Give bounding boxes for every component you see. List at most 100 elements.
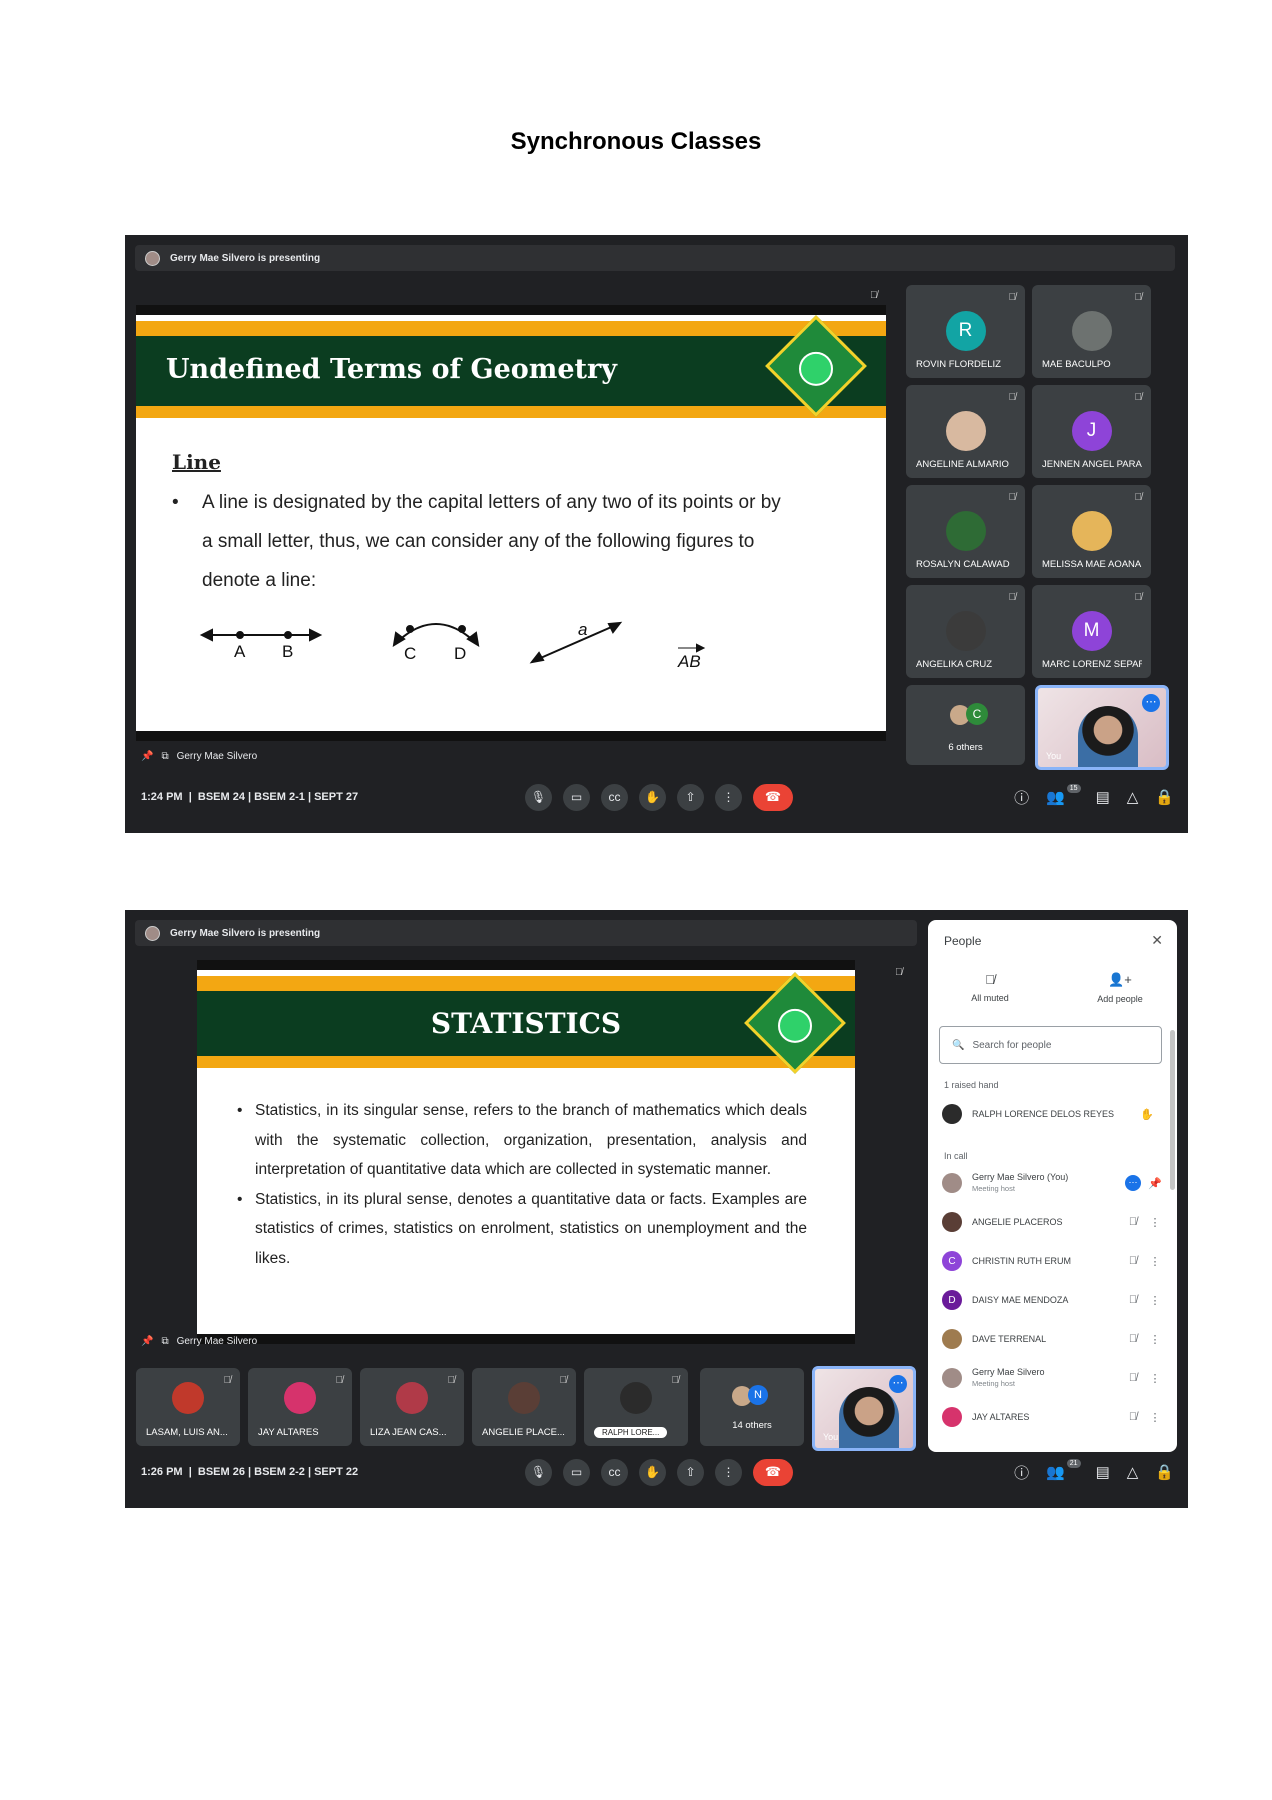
add-people-button[interactable]: 👤+ Add people xyxy=(1080,972,1160,1004)
present-button[interactable]: ⇧ xyxy=(677,783,704,811)
participant-role: Meeting host xyxy=(972,1184,1015,1193)
presentation-slide: STATISTICS Statistics, in its singular s… xyxy=(197,960,855,1344)
more-options-icon[interactable]: ⋮ xyxy=(1148,1372,1162,1385)
slide-title-band: Undefined Terms of Geometry xyxy=(136,315,886,418)
raise-hand-button[interactable]: ✋ xyxy=(639,783,666,811)
participant-tile[interactable]: 🎙̸ RALPH LORE... xyxy=(584,1368,688,1446)
chat-icon[interactable]: ▤ xyxy=(1096,788,1110,806)
all-muted-button[interactable]: 🎙̸ All muted xyxy=(950,972,1030,1004)
more-options-icon[interactable]: ⋯ xyxy=(1142,694,1160,712)
leave-call-button[interactable]: ☎ xyxy=(753,783,793,811)
participant-name: ROVIN FLORDELIZ xyxy=(916,359,1001,370)
pin-icon[interactable]: 📌 xyxy=(1148,1177,1162,1190)
leave-call-button[interactable]: ☎ xyxy=(753,1458,793,1486)
host-controls-icon[interactable]: 🔒 xyxy=(1155,788,1174,806)
participant-tile[interactable]: 🎙̸ JAY ALTARES xyxy=(248,1368,352,1446)
participant-row[interactable]: Gerry Mae Silvero (You) Meeting host ⋯ 📌 xyxy=(942,1166,1162,1200)
participant-row[interactable]: DAVE TERRENAL 🎙̸ ⋮ xyxy=(942,1322,1162,1356)
participant-name: CHRISTIN RUTH ERUM xyxy=(972,1255,1071,1266)
info-icon[interactable]: ⓘ xyxy=(1014,1462,1029,1483)
slide-title: Undefined Terms of Geometry xyxy=(166,354,617,385)
info-icon[interactable]: ⓘ xyxy=(1014,787,1029,808)
more-options-button[interactable]: ⋮ xyxy=(715,1458,742,1486)
captions-button[interactable]: cc xyxy=(601,783,628,811)
self-video-tile[interactable]: You ⋯ xyxy=(812,1366,916,1451)
mic-off-icon: 🎙̸ xyxy=(447,1375,456,1386)
figure-label-d: D xyxy=(454,644,466,663)
participant-row[interactable]: ANGELIE PLACEROS 🎙̸ ⋮ xyxy=(942,1205,1162,1239)
slide-heading: Line xyxy=(172,450,221,474)
participant-tile[interactable]: 🎙̸ ANGELIKA CRUZ xyxy=(906,585,1025,678)
more-options-icon[interactable]: ⋮ xyxy=(1148,1294,1162,1307)
participant-tile[interactable]: 🎙̸ LIZA JEAN CAS... xyxy=(360,1368,464,1446)
activities-icon[interactable]: △ xyxy=(1127,788,1139,806)
participant-name: JENNEN ANGEL PARA... xyxy=(1042,459,1142,470)
camera-button[interactable]: ▭ xyxy=(563,1458,590,1486)
meeting-info: 1:26 PM | BSEM 26 | BSEM 2-2 | SEPT 22 xyxy=(141,1466,359,1478)
activities-icon[interactable]: △ xyxy=(1127,1463,1139,1481)
participant-tile[interactable]: 🎙̸ M MARC LORENZ SEPARA xyxy=(1032,585,1151,678)
present-button[interactable]: ⇧ xyxy=(677,1458,704,1486)
raise-hand-button[interactable]: ✋ xyxy=(639,1458,666,1486)
participant-name-block: DAISY MAE MENDOZA xyxy=(972,1295,1118,1306)
mic-off-icon: 🎙̸ xyxy=(223,1375,232,1386)
participant-row[interactable]: JAY ALTARES 🎙̸ ⋮ xyxy=(942,1400,1162,1434)
chat-icon[interactable]: ▤ xyxy=(1096,1463,1110,1481)
participant-tile[interactable]: 🎙̸ ROSALYN CALAWAD xyxy=(906,485,1025,578)
self-video-tile[interactable]: You ⋯ xyxy=(1035,685,1169,770)
scrollbar[interactable] xyxy=(1170,1030,1175,1190)
people-icon[interactable]: 👥21 xyxy=(1046,1459,1081,1481)
participant-tile[interactable]: 🎙̸ J JENNEN ANGEL PARA... xyxy=(1032,385,1151,478)
participant-tile[interactable]: 🎙̸ LASAM, LUIS AN... xyxy=(136,1368,240,1446)
people-count-badge: 15 xyxy=(1066,784,1081,793)
participant-row[interactable]: C CHRISTIN RUTH ERUM 🎙̸ ⋮ xyxy=(942,1244,1162,1278)
participant-name: MELISSA MAE AOANAN xyxy=(1042,559,1142,570)
host-controls-icon[interactable]: 🔒 xyxy=(1155,1463,1174,1481)
mic-off-icon: 🎙̸ xyxy=(1128,1216,1138,1228)
people-icon[interactable]: 👥15 xyxy=(1046,784,1081,806)
mic-off-icon: 🎙̸ xyxy=(1128,1294,1138,1306)
participant-name: MARC LORENZ SEPARA xyxy=(1042,659,1142,670)
mic-off-icon: 🎙̸ xyxy=(1134,392,1143,403)
figure-label-a: A xyxy=(234,642,246,661)
avatar: M xyxy=(1071,611,1112,651)
others-label: 6 others xyxy=(948,742,983,753)
participant-tile[interactable]: 🎙̸ MAE BACULPO xyxy=(1032,285,1151,378)
avatar xyxy=(172,1382,204,1414)
side-controls: ⓘ 👥15 ▤ △ 🔒 xyxy=(1014,784,1174,808)
camera-button[interactable]: ▭ xyxy=(563,783,590,811)
participant-tile[interactable]: 🎙̸ ANGELIE PLACE... xyxy=(472,1368,576,1446)
raised-hand-row[interactable]: RALPH LORENCE DELOS REYES ✋ xyxy=(942,1097,1162,1131)
side-controls: ⓘ 👥21 ▤ △ 🔒 xyxy=(1014,1459,1174,1483)
presentation-slide: Undefined Terms of Geometry Line A line … xyxy=(136,305,886,741)
avatar: N xyxy=(748,1385,768,1405)
meeting-title: BSEM 24 | BSEM 2-1 | SEPT 27 xyxy=(197,791,359,803)
participant-row[interactable]: D DAISY MAE MENDOZA 🎙̸ ⋮ xyxy=(942,1283,1162,1317)
participant-row[interactable]: Gerry Mae Silvero Meeting host 🎙̸ ⋮ xyxy=(942,1361,1162,1395)
more-options-icon[interactable]: ⋯ xyxy=(1118,1175,1148,1191)
clock-time: 1:24 PM xyxy=(141,791,183,803)
pin-icon[interactable]: 📌 xyxy=(141,1336,153,1347)
others-tile[interactable]: N 14 others xyxy=(700,1368,804,1446)
avatar xyxy=(620,1382,652,1414)
search-placeholder: Search for people xyxy=(972,1039,1052,1051)
more-options-button[interactable]: ⋮ xyxy=(715,783,742,811)
more-options-icon[interactable]: ⋮ xyxy=(1148,1333,1162,1346)
call-controls: 🎙 ▭ cc ✋ ⇧ ⋮ ☎ xyxy=(525,1458,793,1486)
more-options-icon[interactable]: ⋯ xyxy=(889,1375,907,1393)
more-options-icon[interactable]: ⋮ xyxy=(1148,1411,1162,1424)
mic-button[interactable]: 🎙 xyxy=(525,1458,552,1486)
mic-off-icon: 🎙̸ xyxy=(1134,492,1143,503)
others-tile[interactable]: C 6 others xyxy=(906,685,1025,765)
participant-tile[interactable]: 🎙̸ MELISSA MAE AOANAN xyxy=(1032,485,1151,578)
meet-screenshot-2: Gerry Mae Silvero is presenting 🎙̸ STATI… xyxy=(125,910,1188,1508)
pin-icon[interactable]: 📌 xyxy=(141,751,153,762)
search-input[interactable]: 🔍 Search for people xyxy=(939,1026,1162,1064)
more-options-icon[interactable]: ⋮ xyxy=(1148,1216,1162,1229)
more-options-icon[interactable]: ⋮ xyxy=(1148,1255,1162,1268)
participant-tile[interactable]: 🎙̸ R ROVIN FLORDELIZ xyxy=(906,285,1025,378)
mic-button[interactable]: 🎙 xyxy=(525,783,552,811)
participant-tile[interactable]: 🎙̸ ANGELINE ALMARIO xyxy=(906,385,1025,478)
captions-button[interactable]: cc xyxy=(601,1458,628,1486)
close-icon[interactable]: ✕ xyxy=(1151,932,1163,949)
